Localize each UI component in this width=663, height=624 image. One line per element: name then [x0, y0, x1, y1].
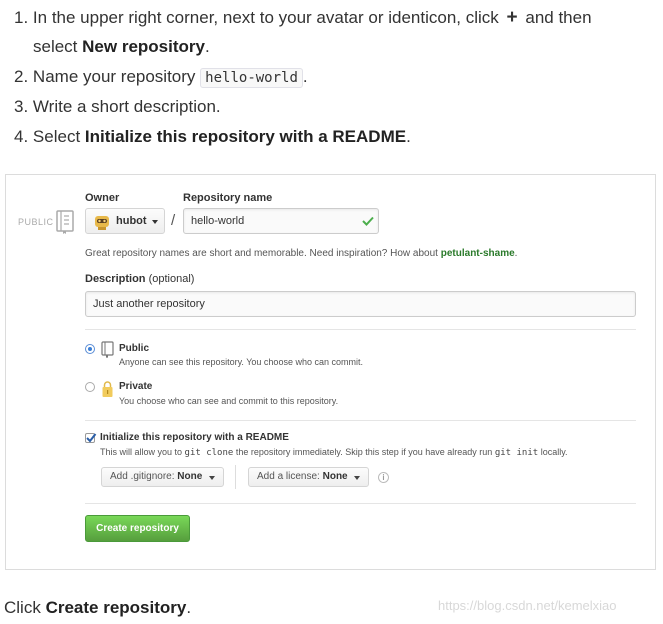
step-number: 1.	[14, 8, 29, 27]
inline-code: git clone	[184, 448, 234, 458]
name-suggestion-link[interactable]: petulant-shame	[441, 248, 515, 259]
hint-text: Great repository names are short and mem…	[85, 248, 438, 259]
step-tail: .	[204, 37, 210, 56]
init-readme-checkbox[interactable]	[85, 433, 97, 443]
repo-book-icon	[56, 210, 74, 234]
step-3: 3. Write a short description.	[14, 97, 221, 117]
step-number: 3.	[14, 97, 29, 116]
step-1-continued: select New repository.	[33, 37, 210, 57]
description-label-text: Description	[85, 273, 146, 285]
owner-select-button[interactable]: hubot	[85, 208, 165, 234]
description-input[interactable]: Just another repository	[85, 291, 636, 317]
footer-instruction: Click Create repository.	[4, 598, 191, 618]
chevron-down-icon	[152, 220, 158, 224]
info-icon[interactable]: i	[378, 472, 389, 483]
gitignore-select[interactable]: Add .gitignore: None	[101, 467, 224, 487]
divider	[85, 503, 636, 504]
footer-text: Click	[4, 598, 41, 617]
watermark: https://blog.csdn.net/kemelxiao	[438, 598, 617, 613]
init-readme-title: Initialize this repository with a README	[100, 432, 289, 443]
public-title: Public	[119, 343, 150, 354]
step-text: Write a short description.	[32, 97, 221, 116]
checkmark-icon	[86, 433, 97, 443]
step-bold-text: New repository	[82, 37, 205, 56]
optional-tag: (optional)	[148, 273, 195, 285]
divider	[85, 329, 636, 330]
init-desc-text: the repository immediately. Skip this st…	[235, 447, 493, 457]
license-value: None	[322, 471, 348, 482]
step-tail: .	[302, 67, 308, 86]
step-text: select	[33, 37, 78, 56]
step-bold-text: Initialize this repository with a README	[84, 127, 407, 146]
lock-icon	[102, 381, 113, 397]
step-4: 4. Select Initialize this repository wit…	[14, 127, 411, 147]
step-number: 2.	[14, 67, 29, 86]
step-text: Select	[32, 127, 81, 146]
divider	[85, 420, 636, 421]
step-tail: .	[406, 127, 411, 146]
license-label: Add a license:	[257, 471, 320, 482]
footer-bold-text: Create repository	[45, 598, 187, 617]
inline-code: git init	[494, 448, 539, 458]
public-radio[interactable]	[85, 344, 95, 354]
chevron-down-icon	[209, 476, 215, 480]
hubot-avatar-icon	[95, 216, 109, 230]
description-label: Description (optional)	[85, 273, 194, 285]
plus-icon: +	[506, 7, 518, 28]
private-title: Private	[119, 381, 153, 392]
create-repository-button[interactable]: Create repository	[85, 515, 190, 542]
footer-tail: .	[186, 598, 192, 617]
gitignore-label: Add .gitignore:	[110, 471, 175, 482]
check-icon	[362, 216, 374, 226]
step-2: 2. Name your repository hello-world.	[14, 67, 308, 88]
init-desc-text: This will allow you to	[100, 447, 183, 457]
hint-tail: .	[514, 248, 518, 259]
owner-repo-separator: /	[171, 212, 176, 229]
step-1: 1. In the upper right corner, next to yo…	[14, 7, 592, 29]
init-readme-description: This will allow you to git clone the rep…	[100, 447, 568, 458]
init-desc-text: locally.	[540, 447, 568, 457]
owner-label: Owner	[85, 192, 120, 204]
visibility-side-label: PUBLIC	[18, 217, 54, 227]
step-text: In the upper right corner, next to your …	[32, 8, 499, 27]
owner-name: hubot	[116, 215, 147, 227]
step-text: and then	[525, 8, 592, 27]
license-select[interactable]: Add a license: None	[248, 467, 369, 487]
step-number: 4.	[14, 127, 29, 146]
chevron-down-icon	[354, 476, 360, 480]
step-text: Name your repository	[32, 67, 196, 86]
repo-name-label: Repository name	[183, 192, 273, 204]
repo-name-hint: Great repository names are short and mem…	[85, 248, 517, 259]
select-separator	[235, 465, 236, 489]
repo-book-icon	[101, 341, 114, 358]
private-radio[interactable]	[85, 382, 95, 392]
repo-name-input[interactable]: hello-world	[183, 208, 379, 234]
inline-code: hello-world	[200, 68, 303, 88]
public-description: Anyone can see this repository. You choo…	[119, 357, 363, 367]
gitignore-value: None	[177, 471, 203, 482]
private-description: You choose who can see and commit to thi…	[119, 396, 339, 406]
